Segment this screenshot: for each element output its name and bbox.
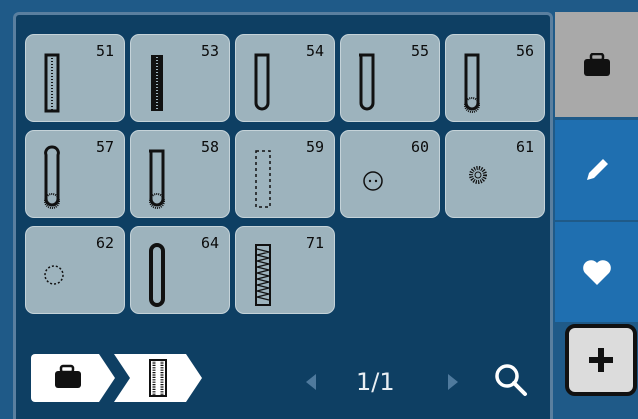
stitch-number: 60 — [410, 138, 429, 156]
stitch-tile-64[interactable]: 64 — [130, 226, 230, 314]
stitch-tile-61[interactable]: 61 — [445, 130, 545, 218]
folder-icon — [583, 52, 610, 76]
buttonhole-keyhole-icon — [149, 149, 165, 209]
buttonhole-dotted-icon — [255, 150, 271, 208]
buttonhole-rounded-icon — [254, 53, 270, 111]
stitch-number: 56 — [515, 42, 534, 60]
page-indicator: 1/1 — [356, 368, 395, 396]
stitch-tile-55[interactable]: 55 — [340, 34, 440, 122]
breadcrumb-folder[interactable] — [29, 352, 117, 404]
stitch-number: 62 — [95, 234, 114, 252]
button-sew-icon — [363, 171, 383, 191]
buttonhole-dense-icon — [151, 55, 163, 111]
stitch-number: 51 — [95, 42, 114, 60]
prev-page-icon[interactable] — [304, 372, 318, 392]
stitch-number: 54 — [305, 42, 324, 60]
next-page-icon[interactable] — [446, 372, 460, 392]
stitch-tile-53[interactable]: 53 — [130, 34, 230, 122]
stitch-number: 55 — [410, 42, 429, 60]
buttonhole-rounded-icon — [359, 53, 375, 111]
stitch-number: 61 — [515, 138, 534, 156]
breadcrumb-buttonholes[interactable] — [112, 352, 204, 404]
stitch-tile-59[interactable]: 59 — [235, 130, 335, 218]
buttonhole-rounded-icon — [464, 53, 480, 113]
folder-tab[interactable] — [555, 12, 638, 117]
buttonhole-oval-icon — [149, 243, 165, 307]
stitch-tile-58[interactable]: 58 — [130, 130, 230, 218]
search-icon[interactable] — [490, 360, 530, 400]
edit-tab[interactable] — [555, 120, 638, 220]
heart-icon — [582, 260, 611, 285]
favorites-tab[interactable] — [555, 222, 638, 322]
stitch-tile-57[interactable]: 57 — [25, 130, 125, 218]
stitch-number: 59 — [305, 138, 324, 156]
plus-icon — [589, 348, 613, 372]
stitch-tile-71[interactable]: 71 — [235, 226, 335, 314]
buttonhole-bar-icon — [44, 53, 60, 113]
stitch-number: 58 — [200, 138, 219, 156]
stitch-number: 57 — [95, 138, 114, 156]
pencil-icon — [586, 159, 608, 180]
stitch-tile-54[interactable]: 54 — [235, 34, 335, 122]
buttonhole-zigzag-icon — [255, 244, 271, 306]
buttonhole-keyhole-icon — [44, 145, 60, 209]
add-button[interactable] — [565, 324, 637, 396]
stitch-tile-62[interactable]: 62 — [25, 226, 125, 314]
dotted-circle-icon — [44, 265, 64, 285]
stitch-number: 53 — [200, 42, 219, 60]
stitch-tile-60[interactable]: 60 — [340, 130, 440, 218]
pager: 1/1 — [300, 362, 480, 402]
stitch-tile-51[interactable]: 51 — [25, 34, 125, 122]
stitch-number: 71 — [305, 234, 324, 252]
stitch-tile-56[interactable]: 56 — [445, 34, 545, 122]
stitch-number: 64 — [200, 234, 219, 252]
eyelet-icon — [469, 166, 487, 184]
